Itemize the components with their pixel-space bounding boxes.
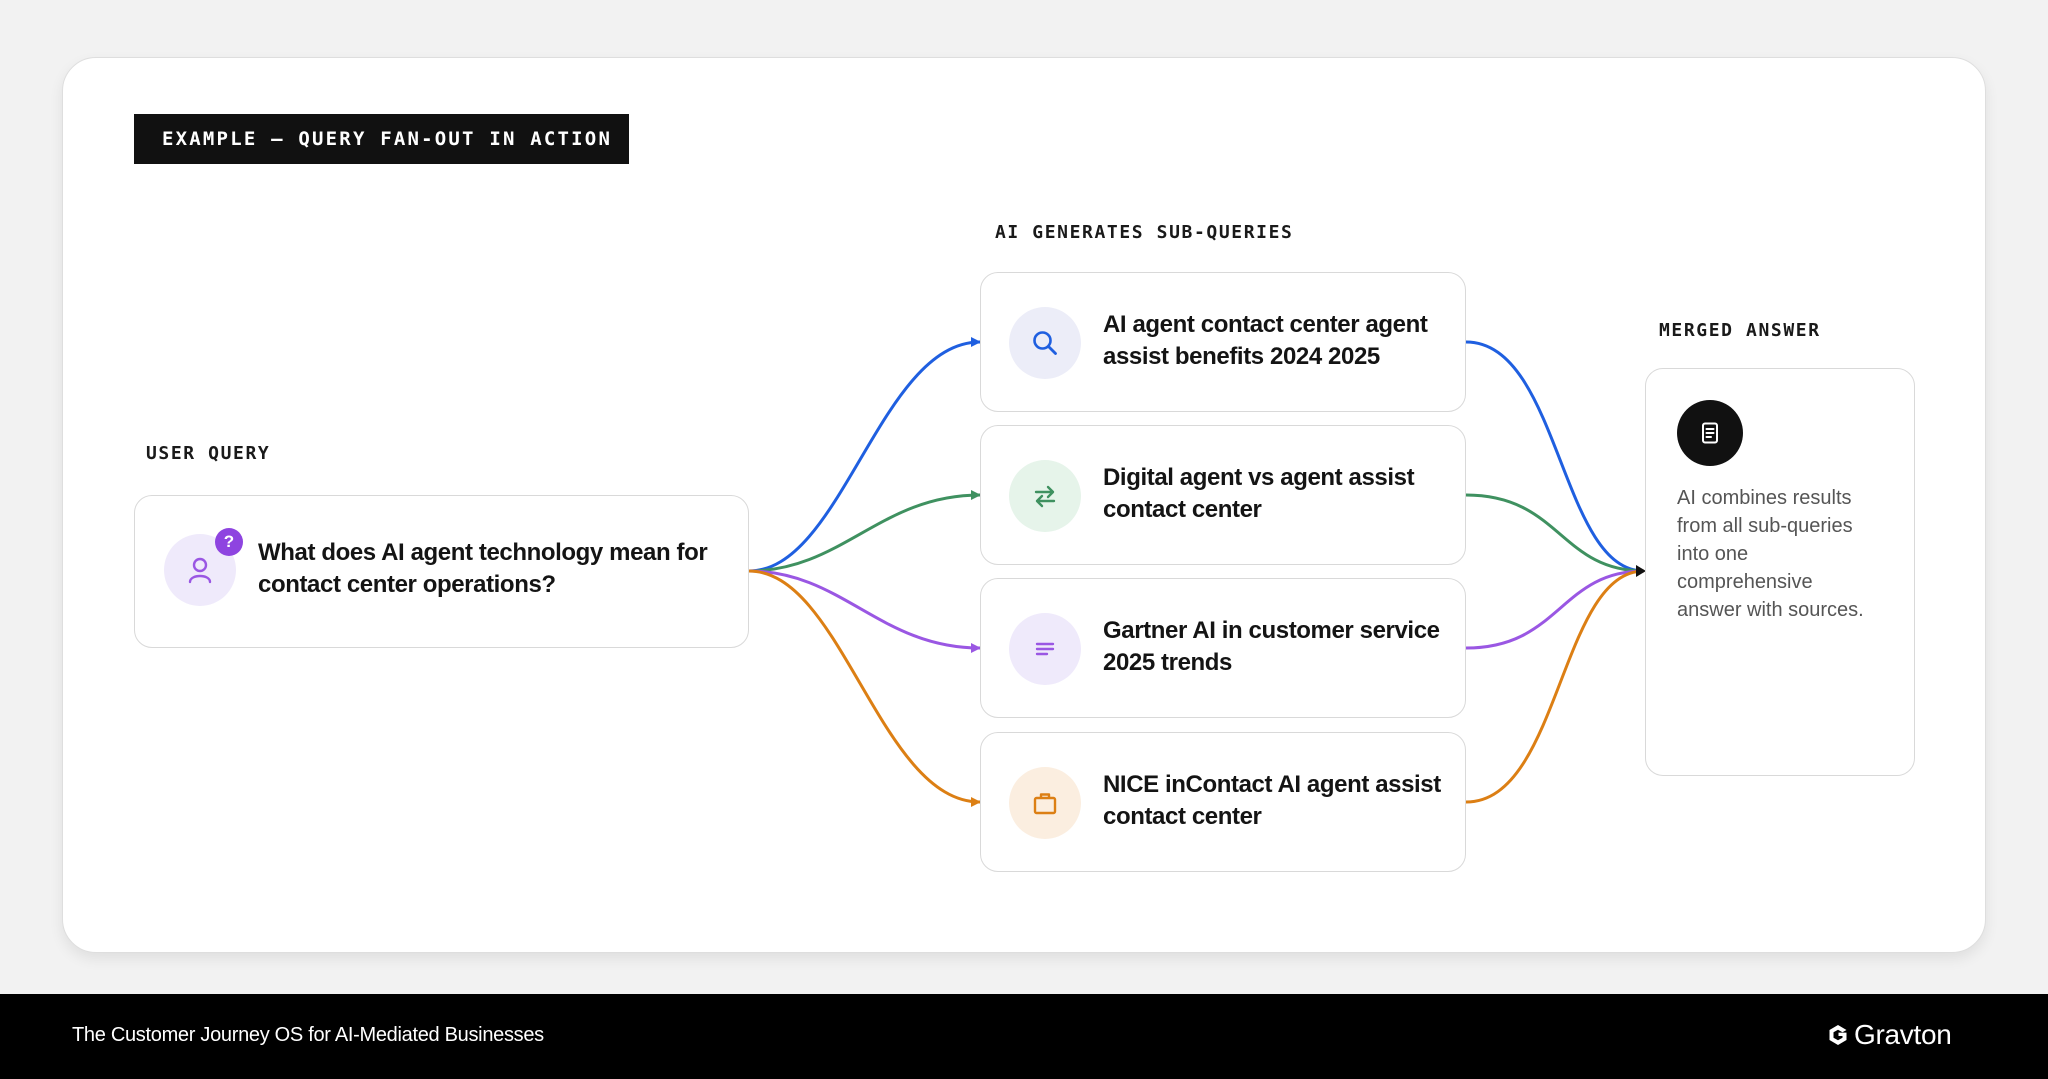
lines-icon — [1009, 613, 1081, 685]
gravton-logo-icon — [1829, 1025, 1847, 1045]
briefcase-icon — [1009, 767, 1081, 839]
fanout-connector-1 — [748, 337, 981, 573]
sub-query-text-2: Digital agent vs agent assist contact ce… — [1103, 462, 1453, 526]
brand-logo[interactable]: Gravton — [1826, 1018, 1952, 1052]
merge-connector-2 — [1465, 493, 1645, 573]
sub-query-card-2: Digital agent vs agent assist contact ce… — [980, 425, 1466, 565]
merged-answer-line-5: answer with sources. — [1677, 599, 1864, 621]
sub-query-card-3: Gartner AI in customer service 2025 tren… — [980, 578, 1466, 718]
merge-connector-1 — [1465, 340, 1645, 573]
sub-query-text-4: NICE inContact AI agent assist contact c… — [1103, 769, 1453, 833]
user-query-line-1: What does AI agent technology mean for — [258, 539, 708, 566]
sub-query-4-line-1: NICE inContact AI agent assist — [1103, 771, 1441, 798]
sub-query-3-line-1: Gartner AI in customer service — [1103, 617, 1440, 644]
swap-arrows-icon — [1009, 460, 1081, 532]
merge-connector-4 — [1465, 569, 1645, 804]
sub-query-text-3: Gartner AI in customer service 2025 tren… — [1103, 615, 1453, 679]
sub-query-2-line-1: Digital agent vs agent assist — [1103, 464, 1415, 491]
fanout-connector-4 — [748, 569, 981, 807]
question-badge: ? — [215, 528, 243, 556]
search-icon — [1009, 307, 1081, 379]
merged-answer-line-3: into one — [1677, 543, 1749, 565]
user-query-box: ? What does AI agent technology mean for… — [134, 495, 749, 648]
merged-answer-line-2: from all sub-queries — [1677, 515, 1853, 537]
sub-query-1-line-2: assist benefits 2024 2025 — [1103, 343, 1380, 370]
sub-query-text-1: AI agent contact center agent assist ben… — [1103, 309, 1453, 373]
merged-answer-line-1: AI combines results — [1677, 487, 1852, 509]
brand-name: Gravton — [1854, 1019, 1952, 1050]
document-icon — [1677, 400, 1743, 466]
sub-queries-label: AI GENERATES SUB-QUERIES — [995, 222, 1294, 243]
footer-tagline: The Customer Journey OS for AI-Mediated … — [72, 1024, 544, 1046]
sub-query-card-4: NICE inContact AI agent assist contact c… — [980, 732, 1466, 872]
user-query-line-2: contact center operations? — [258, 571, 556, 598]
user-query-label: USER QUERY — [146, 443, 271, 464]
merged-answer-label: MERGED ANSWER — [1659, 320, 1821, 341]
sub-query-3-line-2: 2025 trends — [1103, 649, 1233, 676]
sub-query-2-line-2: contact center — [1103, 496, 1262, 523]
user-query-text: What does AI agent technology mean for c… — [258, 537, 728, 601]
merged-answer-line-4: comprehensive — [1677, 571, 1813, 593]
sub-query-1-line-1: AI agent contact center agent — [1103, 311, 1428, 338]
sub-query-card-1: AI agent contact center agent assist ben… — [980, 272, 1466, 412]
merged-answer-text: AI combines results from all sub-queries… — [1677, 484, 1887, 624]
sub-query-4-line-2: contact center — [1103, 803, 1262, 830]
merge-connector-3 — [1465, 569, 1645, 650]
